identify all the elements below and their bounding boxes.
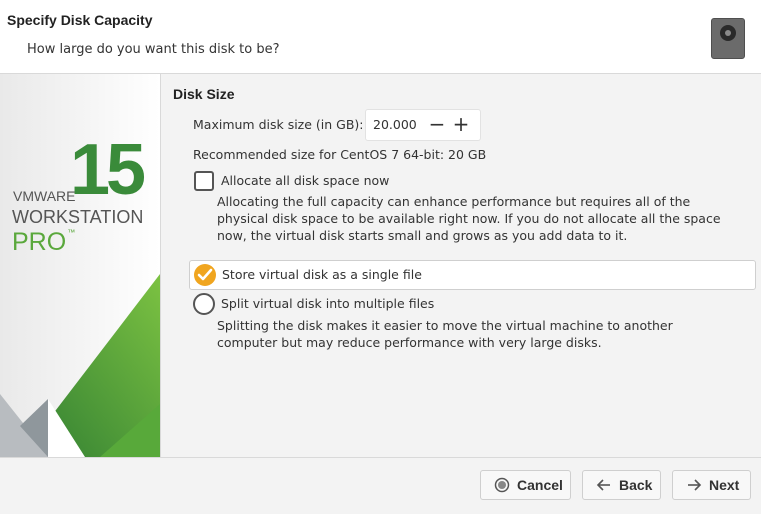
single-file-option[interactable]: Store virtual disk as a single file	[189, 260, 756, 290]
back-label: Back	[619, 477, 653, 493]
max-disk-size-label: Maximum disk size (in GB):	[193, 117, 364, 132]
hard-disk-icon	[711, 18, 745, 59]
split-files-label[interactable]: Split virtual disk into multiple files	[221, 296, 434, 311]
split-description: Splitting the disk makes it easier to mo…	[217, 318, 673, 350]
brand-workstation: WORKSTATION	[12, 207, 144, 227]
wizard-footer: Cancel Back Next	[0, 457, 761, 514]
version-number: 15	[70, 130, 146, 210]
checkmark-icon	[197, 268, 213, 281]
cancel-label: Cancel	[517, 477, 563, 493]
page-title: Specify Disk Capacity	[7, 12, 153, 28]
allocate-all-checkbox[interactable]	[194, 171, 214, 191]
recommended-size-text: Recommended size for CentOS 7 64-bit: 20…	[193, 147, 487, 162]
allocate-all-label[interactable]: Allocate all disk space now	[221, 173, 389, 188]
brand-trademark: ™	[67, 228, 76, 237]
section-title-disk-size: Disk Size	[173, 86, 235, 102]
product-banner: 15 VMWARE WORKSTATION PRO™	[0, 74, 160, 457]
back-button[interactable]: Back	[582, 470, 661, 500]
arrow-left-icon	[596, 479, 610, 491]
next-button[interactable]: Next	[672, 470, 751, 500]
decrement-icon[interactable]: −	[426, 113, 448, 135]
single-file-radio[interactable]	[194, 264, 216, 286]
increment-icon[interactable]: +	[450, 113, 472, 135]
wizard-header: Specify Disk Capacity How large do you w…	[0, 0, 761, 74]
next-label: Next	[709, 477, 740, 493]
cancel-icon	[494, 477, 510, 493]
brand-vmware: VMWARE	[13, 188, 76, 204]
max-disk-size-input[interactable]: 20.000	[373, 117, 417, 132]
max-disk-size-stepper[interactable]: 20.000 − +	[365, 109, 481, 141]
single-file-label[interactable]: Store virtual disk as a single file	[222, 267, 422, 282]
brand-pro-text: PRO	[12, 228, 67, 256]
allocate-description: Allocating the full capacity can enhance…	[217, 194, 721, 243]
arrow-right-icon	[688, 479, 702, 491]
page-subtitle: How large do you want this disk to be?	[27, 42, 280, 57]
cancel-button[interactable]: Cancel	[480, 470, 571, 500]
split-files-radio[interactable]	[193, 293, 215, 315]
brand-pro: PRO™	[12, 228, 75, 257]
disk-capacity-panel: Disk Size Maximum disk size (in GB): 20.…	[160, 74, 761, 457]
